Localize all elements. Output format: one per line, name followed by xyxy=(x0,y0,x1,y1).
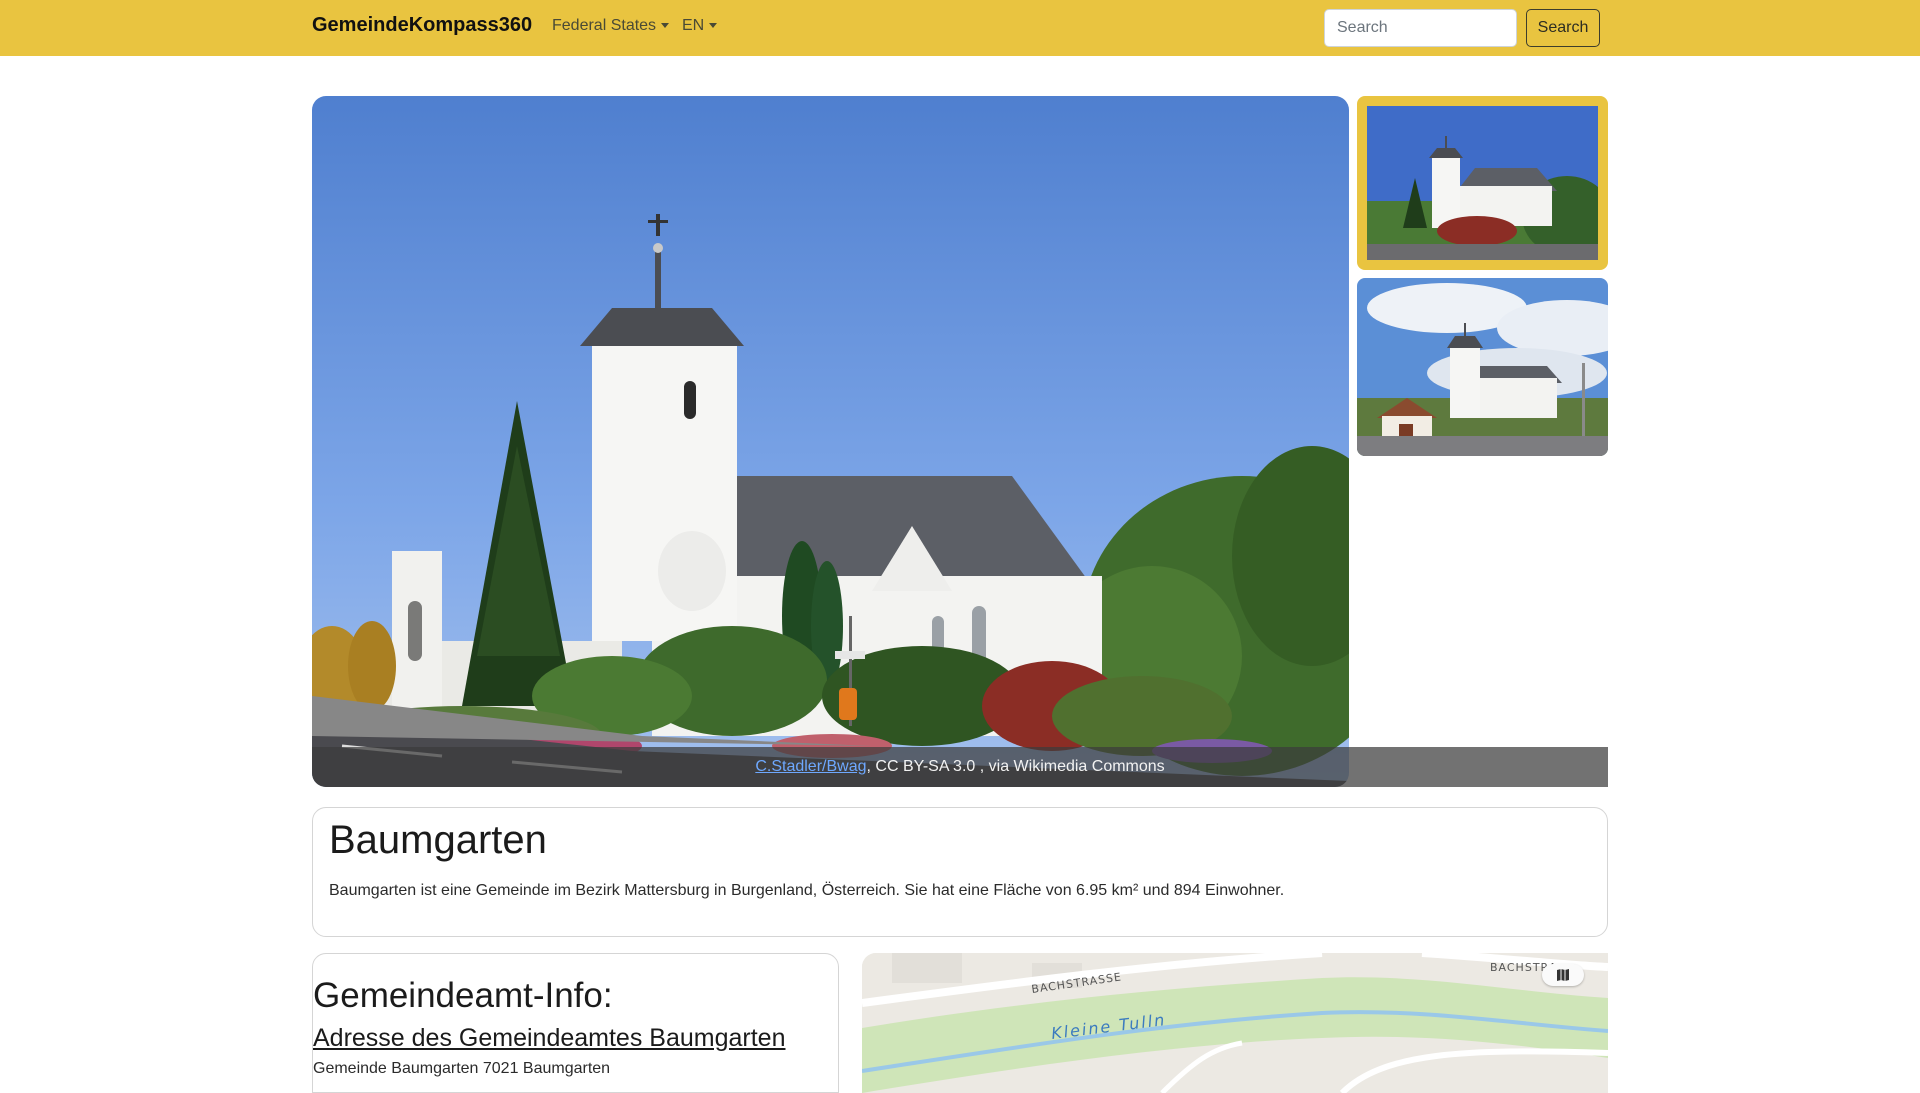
image-caption: C.Stadler/Bwag, CC BY-SA 3.0 , via Wikim… xyxy=(312,747,1608,787)
federal-states-dropdown[interactable]: Federal States xyxy=(552,17,670,35)
language-dropdown[interactable]: EN xyxy=(682,17,718,35)
municipality-description: Baumgarten ist eine Gemeinde im Bezirk M… xyxy=(329,882,1285,899)
map-layers-icon xyxy=(1557,969,1569,981)
caret-down-icon xyxy=(709,23,718,29)
map-view[interactable]: BACHSTRASSE BACHSTRA Kleine Tulln xyxy=(862,953,1608,1093)
office-address-text: Gemeinde Baumgarten 7021 Baumgarten xyxy=(313,1060,611,1077)
search-input[interactable] xyxy=(1324,9,1517,47)
municipality-card: Baumgarten Baumgarten ist eine Gemeinde … xyxy=(312,807,1608,937)
federal-states-label: Federal States xyxy=(552,17,657,34)
language-label: EN xyxy=(682,17,705,34)
navbar: GemeindeKompass360 Federal States EN Sea… xyxy=(0,0,1920,56)
office-info-heading: Gemeindeamt-Info: xyxy=(313,976,613,1015)
office-address-link[interactable]: Adresse des Gemeindeamtes Baumgarten xyxy=(313,1024,785,1053)
search-button[interactable]: Search xyxy=(1526,9,1600,47)
brand-logo[interactable]: GemeindeKompass360 xyxy=(312,14,532,37)
municipality-title: Baumgarten xyxy=(329,818,547,862)
caret-down-icon xyxy=(661,23,670,29)
thumbnail-1-image xyxy=(1367,106,1598,260)
thumbnail-1[interactable] xyxy=(1357,96,1608,270)
thumbnail-2[interactable] xyxy=(1357,278,1608,456)
caption-author-link[interactable]: C.Stadler/Bwag xyxy=(755,758,866,775)
caption-license-text: , CC BY-SA 3.0 , via Wikimedia Commons xyxy=(866,758,1165,775)
office-info-card: Gemeindeamt-Info: Adresse des Gemeindeam… xyxy=(312,953,839,1093)
map-style-control[interactable] xyxy=(1542,964,1584,986)
main-church-photo xyxy=(312,96,1349,787)
